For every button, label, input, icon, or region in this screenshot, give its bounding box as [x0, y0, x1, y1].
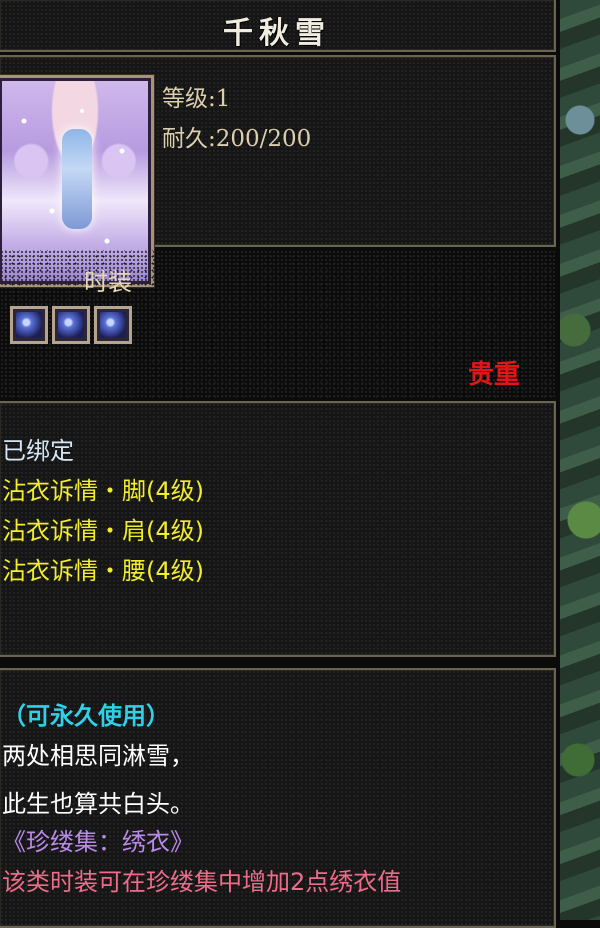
item-name: 千秋雪: [223, 16, 331, 51]
permanent-use-label: （可永久使用）: [2, 702, 170, 730]
game-scenery-background: [560, 0, 600, 920]
item-effects-panel: 已绑定 沾衣诉情・脚(4级) 沾衣诉情・肩(4级) 沾衣诉情・腰(4级): [0, 401, 556, 657]
collection-label: 《珍缕集：绣衣》: [2, 828, 194, 856]
effect-line: 沾衣诉情・脚(4级): [2, 477, 204, 505]
purple-gem-icon: [94, 306, 132, 344]
purple-gem-icon: [52, 306, 90, 344]
effect-line: 沾衣诉情・肩(4级): [2, 517, 204, 545]
item-durability: 耐久:200/200: [162, 126, 312, 152]
poem-line: 此生也算共白头。: [2, 790, 194, 818]
tooltip-title-bar: 千秋雪: [0, 0, 556, 52]
item-category: 时装: [84, 268, 132, 296]
rarity-label: 贵重: [467, 360, 520, 390]
gem-slots: [10, 306, 132, 344]
poem-line: 两处相思同淋雪，: [2, 742, 194, 770]
item-description-panel: （可永久使用） 两处相思同淋雪， 此生也算共白头。 《珍缕集：绣衣》 该类时装可…: [0, 668, 556, 928]
item-category-panel: 时装 贵重: [0, 250, 556, 398]
collection-note: 该类时装可在珍缕集中增加2点绣衣值: [2, 868, 402, 896]
purple-gem-icon: [10, 306, 48, 344]
item-level: 等级:1: [162, 86, 231, 112]
bound-status: 已绑定: [2, 437, 74, 465]
effect-line: 沾衣诉情・腰(4级): [2, 557, 204, 585]
